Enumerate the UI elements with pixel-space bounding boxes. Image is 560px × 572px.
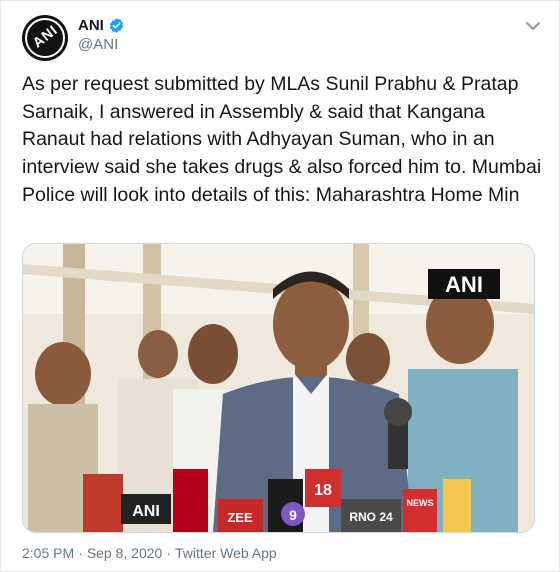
- author-handle[interactable]: @ANI: [78, 36, 118, 53]
- avatar[interactable]: ANI: [22, 15, 68, 61]
- tweet-date[interactable]: Sep 8, 2020: [87, 545, 163, 563]
- mic-label-9: 9: [289, 507, 297, 523]
- tweet-card: ANI ANI @ANI As per request submitted by…: [0, 0, 560, 572]
- author-display-name[interactable]: ANI: [78, 17, 104, 34]
- tweet-media-photo[interactable]: ANI ANI ZEE 18 RNO 24 NEWS 9: [22, 243, 535, 533]
- mic-label-zee: ZEE: [227, 510, 253, 525]
- mic-label-18: 18: [314, 482, 332, 499]
- press-conference-photo: ANI ANI ZEE 18 RNO 24 NEWS 9: [23, 244, 534, 532]
- tweet-source[interactable]: Twitter Web App: [175, 545, 277, 563]
- tweet-time[interactable]: 2:05 PM: [22, 545, 74, 563]
- meta-separator: ·: [166, 545, 171, 561]
- verified-badge-icon: [109, 17, 124, 33]
- mic-label-ani: ANI: [132, 503, 160, 520]
- author-name-row[interactable]: ANI: [78, 15, 125, 35]
- media-watermark: ANI: [445, 272, 483, 297]
- chevron-down-icon[interactable]: [523, 19, 543, 33]
- meta-separator: ·: [78, 545, 83, 561]
- mic-label-news: NEWS: [407, 498, 434, 508]
- mic-label-rno24: RNO 24: [349, 510, 393, 524]
- tweet-text: As per request submitted by MLAs Sunil P…: [22, 73, 542, 206]
- tweet-metadata: 2:05 PM · Sep 8, 2020 · Twitter Web App: [22, 545, 277, 563]
